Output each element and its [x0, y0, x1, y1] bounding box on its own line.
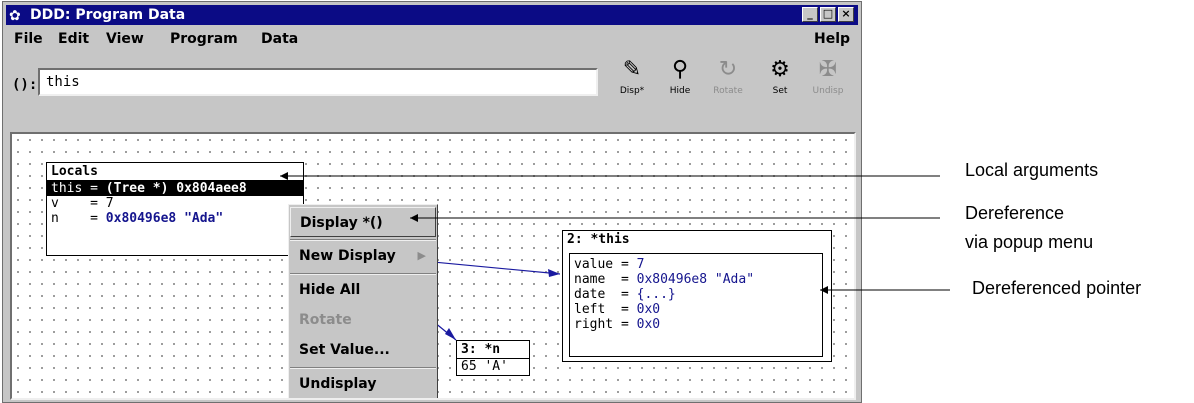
annotation-lines: [280, 172, 950, 294]
leader-arrowhead: [410, 214, 418, 222]
annotation-via-popup-menu: via popup menu: [965, 232, 1094, 252]
leader-arrowhead: [280, 172, 288, 180]
annotation-local-arguments: Local arguments: [965, 160, 1099, 180]
annotation-dereference: Dereference: [965, 203, 1065, 223]
annotation-dereferenced-pointer: Dereferenced pointer: [972, 278, 1142, 298]
leader-arrowhead: [820, 286, 828, 294]
